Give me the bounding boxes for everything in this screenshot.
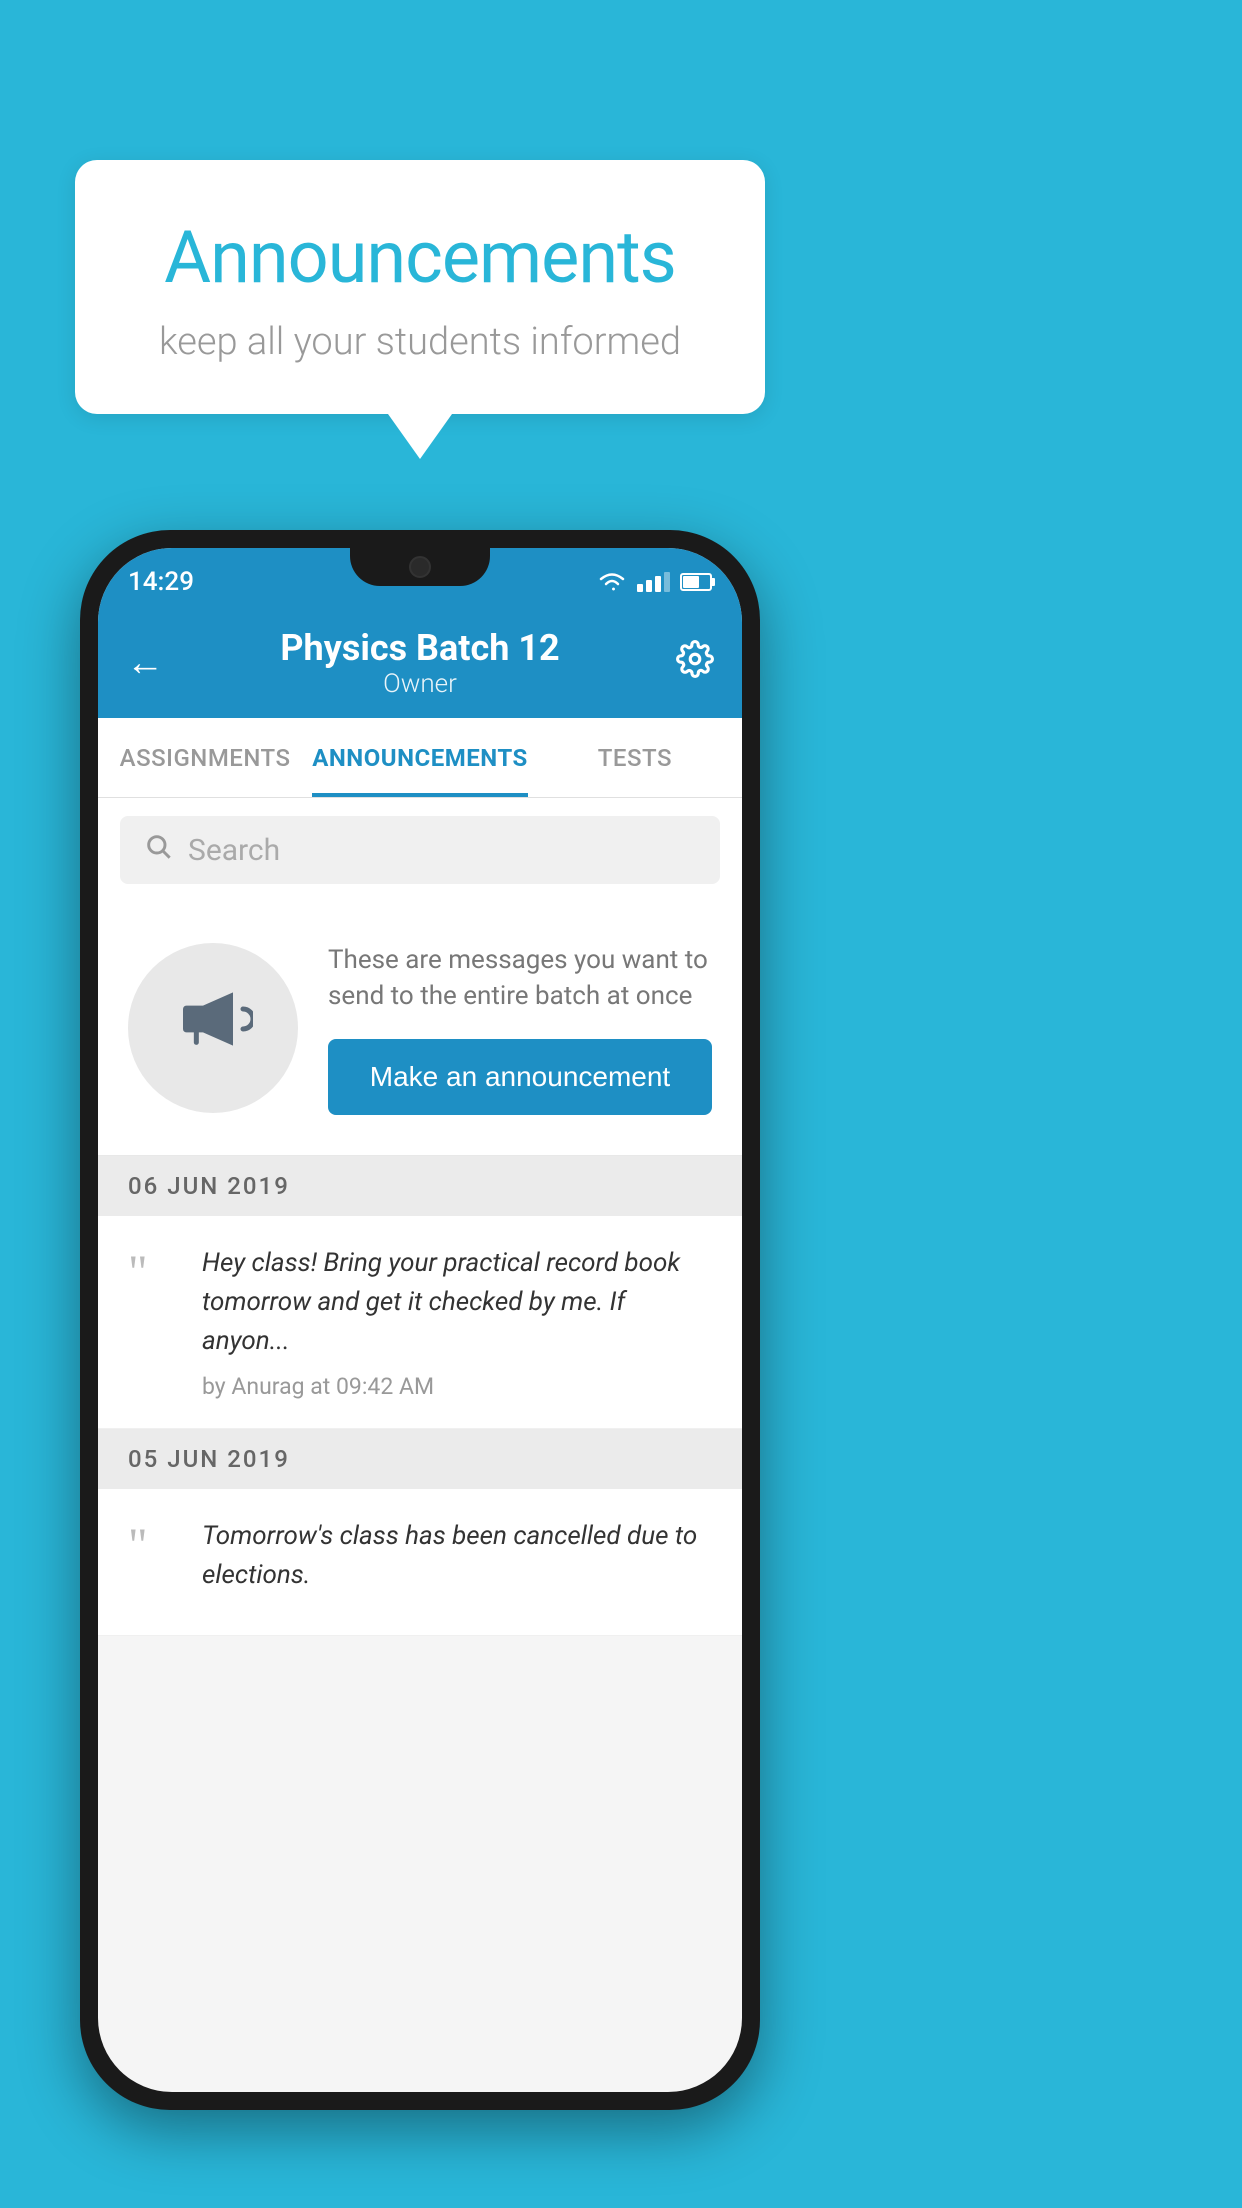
phone-wrapper: 14:29 [80, 530, 760, 2110]
date-separator-2: 05 JUN 2019 [98, 1429, 742, 1489]
search-placeholder: Search [188, 833, 280, 868]
announcement-meta-1: by Anurag at 09:42 AM [202, 1373, 712, 1400]
header-center: Physics Batch 12 Owner [280, 627, 559, 699]
make-announcement-button[interactable]: Make an announcement [328, 1039, 712, 1115]
speech-bubble-wrapper: Announcements keep all your students inf… [75, 160, 765, 459]
date-label-2: 05 JUN 2019 [128, 1445, 290, 1473]
date-label-1: 06 JUN 2019 [128, 1172, 290, 1200]
wifi-icon [597, 571, 627, 593]
announcement-item-1[interactable]: " Hey class! Bring your practical record… [98, 1216, 742, 1429]
announcement-text-2: Tomorrow's class has been cancelled due … [202, 1517, 712, 1595]
signal-icon [637, 572, 670, 592]
battery-tip [712, 578, 715, 586]
back-button[interactable]: ← [126, 641, 164, 685]
search-icon [144, 832, 172, 868]
promo-description: These are messages you want to send to t… [328, 942, 712, 1015]
tab-announcements[interactable]: ANNOUNCEMENTS [312, 718, 528, 797]
header-title: Physics Batch 12 [280, 627, 559, 669]
announcement-item-2[interactable]: " Tomorrow's class has been cancelled du… [98, 1489, 742, 1636]
tab-tests[interactable]: TESTS [528, 718, 742, 797]
battery-fill [683, 576, 699, 588]
phone-notch [350, 548, 490, 586]
promo-icon-circle [128, 943, 298, 1113]
tabs-bar: ASSIGNMENTS ANNOUNCEMENTS TESTS [98, 718, 742, 798]
announcement-text-1: Hey class! Bring your practical record b… [202, 1244, 712, 1361]
bubble-subtitle: keep all your students informed [135, 320, 705, 364]
search-box[interactable]: Search [120, 816, 720, 884]
phone-screen: 14:29 [98, 548, 742, 2092]
phone-outer: 14:29 [80, 530, 760, 2110]
announcement-content-2: Tomorrow's class has been cancelled due … [202, 1517, 712, 1607]
battery-icon [680, 573, 712, 591]
bubble-title: Announcements [135, 215, 705, 300]
quote-icon-2: " [128, 1522, 178, 1607]
quote-icon-1: " [128, 1249, 178, 1400]
promo-section: These are messages you want to send to t… [98, 902, 742, 1156]
announcement-content-1: Hey class! Bring your practical record b… [202, 1244, 712, 1400]
speech-bubble-tail [388, 414, 452, 459]
status-time: 14:29 [128, 567, 194, 597]
header-subtitle: Owner [280, 669, 559, 699]
app-header: ← Physics Batch 12 Owner [98, 608, 742, 718]
date-separator-1: 06 JUN 2019 [98, 1156, 742, 1216]
search-container: Search [98, 798, 742, 902]
settings-button[interactable] [676, 640, 714, 687]
status-icons [597, 571, 712, 593]
promo-right: These are messages you want to send to t… [328, 942, 712, 1115]
tab-assignments[interactable]: ASSIGNMENTS [98, 718, 312, 797]
megaphone-icon [173, 979, 253, 1077]
gear-icon [676, 640, 714, 678]
phone-camera [409, 556, 431, 578]
speech-bubble: Announcements keep all your students inf… [75, 160, 765, 414]
